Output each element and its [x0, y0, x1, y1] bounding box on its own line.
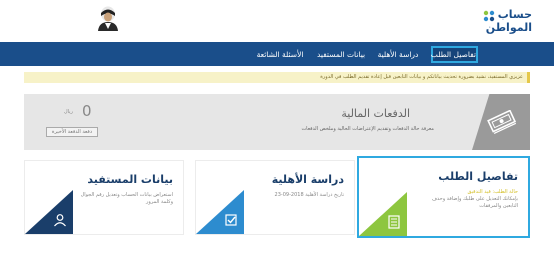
request-details-description: بإمكانك التعديل على طلبك وإضافة وحذف الت…	[431, 196, 518, 209]
last-payment-button[interactable]: دفعة الدفعة الأخيرة	[46, 127, 98, 137]
eligibility-card[interactable]: دراسة الأهلية تاريخ دراسة الأهلية 2018-0…	[195, 160, 355, 235]
payments-title: الدفعات المالية	[341, 107, 410, 120]
nav-tab-request-details[interactable]: تفاصيل الطلب	[431, 46, 478, 63]
notice-banner: عزيزي المستفيد، نشيد بضرورة تحديث بيانات…	[24, 72, 530, 83]
main-nav: تفاصيل الطلب دراسة الأهلية بيانات المستف…	[0, 42, 554, 66]
request-details-card[interactable]: تفاصيل الطلب حالة الطلب: قيد التدقيق بإم…	[357, 156, 530, 238]
nav-tab-beneficiary[interactable]: بيانات المستفيد	[316, 46, 366, 63]
logo[interactable]: حساب المواطن	[480, 8, 532, 38]
payments-panel[interactable]: الدفعات المالية معرفة حالة الدفعات وتقدي…	[24, 94, 530, 150]
avatar[interactable]	[97, 5, 119, 31]
payments-amount: 0	[82, 102, 92, 120]
avatar-icon	[98, 6, 118, 31]
beneficiary-card[interactable]: بيانات المستفيد استعراض بيانات الحساب وت…	[24, 160, 184, 235]
request-status: حالة الطلب: قيد التدقيق	[467, 189, 519, 195]
document-list-icon	[388, 215, 400, 229]
eligibility-title: دراسة الأهلية	[271, 173, 344, 186]
request-details-title: تفاصيل الطلب	[438, 170, 518, 183]
money-stack-icon	[487, 110, 517, 134]
user-icon	[54, 214, 66, 227]
logo-text-bottom: المواطن	[485, 21, 532, 34]
nav-tab-eligibility[interactable]: دراسة الأهلية	[377, 46, 419, 63]
logo-text-top: حساب	[497, 8, 532, 21]
header: حساب المواطن	[0, 0, 554, 42]
eligibility-corner	[196, 190, 244, 234]
nav-tab-faq[interactable]: الأسئلة الشائعة	[254, 46, 306, 63]
payments-currency: ريال	[64, 109, 73, 115]
eligibility-description: تاريخ دراسة الأهلية 2018-09-23	[274, 192, 344, 198]
beneficiary-title: بيانات المستفيد	[87, 173, 173, 186]
beneficiary-description: استعراض بيانات الحساب وتعديل رقم الجوال …	[80, 192, 173, 205]
payments-description: معرفة حالة الدفعات وتقديم الإعتراضات الح…	[301, 126, 434, 132]
beneficiary-corner	[25, 190, 73, 234]
checkbox-icon	[225, 214, 237, 226]
request-corner	[359, 192, 407, 236]
